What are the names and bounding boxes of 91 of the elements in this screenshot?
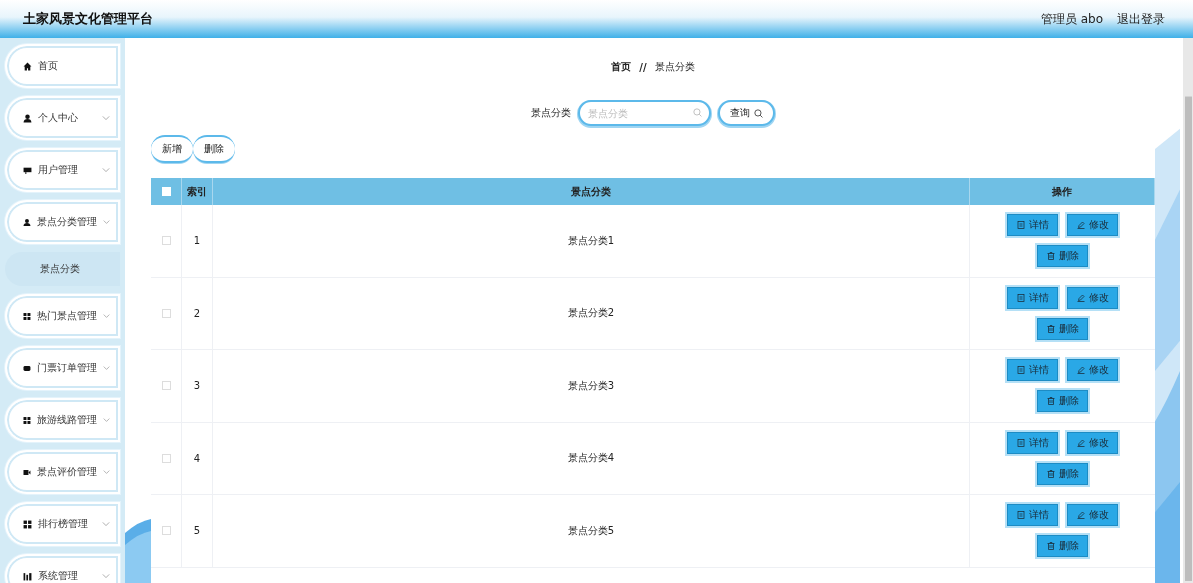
- chevron-icon: [102, 312, 110, 320]
- details-button[interactable]: 详情: [1007, 286, 1058, 309]
- scrollbar[interactable]: [1180, 38, 1193, 583]
- pencil-icon: [1076, 221, 1085, 230]
- query-button[interactable]: 查询: [718, 100, 775, 126]
- pencil-icon: [1076, 293, 1085, 302]
- search-icon: [693, 108, 702, 117]
- chevron-icon: [102, 218, 110, 226]
- table-cell: 4: [182, 422, 213, 495]
- table-cell: 3: [182, 350, 213, 423]
- table-cell: 景点分类1: [213, 205, 970, 278]
- details-button[interactable]: 详情: [1007, 431, 1058, 454]
- chevron-icon: [102, 520, 110, 528]
- grid-icon: [23, 311, 31, 321]
- table-cell: 景点分类2: [213, 277, 970, 350]
- grid-icon: [23, 519, 32, 529]
- search-icon: [754, 108, 763, 118]
- logout-link[interactable]: 退出登录: [1117, 10, 1165, 28]
- document-icon: [1016, 438, 1025, 447]
- user-icon: [23, 217, 31, 227]
- table-cell: 2: [182, 277, 213, 350]
- trash-icon: [1046, 397, 1055, 406]
- table-cell: 1: [182, 205, 213, 278]
- trash-icon: [1046, 469, 1055, 478]
- breadcrumb-current: 景点分类: [654, 60, 695, 74]
- delete-button[interactable]: 删除: [1037, 462, 1088, 485]
- grid-icon: [23, 415, 31, 425]
- pencil-icon: [1076, 438, 1085, 447]
- details-button[interactable]: 详情: [1007, 504, 1058, 527]
- menu-item[interactable]: 热门景点管理: [5, 294, 120, 338]
- delete-button[interactable]: 删除: [1037, 535, 1088, 558]
- document-icon: [1016, 221, 1025, 230]
- edit-button[interactable]: 修改: [1067, 431, 1118, 454]
- pencil-icon: [1076, 511, 1085, 520]
- edit-button[interactable]: 修改: [1067, 214, 1118, 237]
- checkbox[interactable]: [161, 381, 171, 391]
- document-icon: [1016, 511, 1025, 520]
- column-header: 索引: [182, 178, 213, 205]
- chevron-icon: [102, 166, 110, 174]
- chart-icon: [23, 571, 32, 581]
- edit-button[interactable]: 修改: [1067, 504, 1118, 527]
- trash-icon: [1046, 252, 1055, 261]
- document-icon: [1016, 366, 1025, 375]
- menu-item[interactable]: 系统管理: [5, 554, 120, 583]
- search-label: 景点分类: [531, 106, 571, 120]
- breadcrumb-separator: //: [639, 61, 647, 73]
- checkbox[interactable]: [161, 308, 171, 318]
- menu-item[interactable]: 景点评价管理: [5, 450, 120, 494]
- trash-icon: [1046, 542, 1055, 551]
- table-cell: 景点分类5: [213, 495, 970, 568]
- breadcrumb-link[interactable]: 首页: [611, 60, 632, 74]
- menu-item[interactable]: 个人中心: [5, 96, 120, 140]
- menu-item[interactable]: 旅游线路管理: [5, 398, 120, 442]
- edit-button[interactable]: 修改: [1067, 359, 1118, 382]
- details-button[interactable]: 详情: [1007, 359, 1058, 382]
- app-title: 土家风景文化管理平台: [23, 10, 153, 28]
- chevron-icon: [102, 114, 110, 122]
- add-button[interactable]: 新增: [151, 135, 193, 163]
- delete-button[interactable]: 删除: [1037, 245, 1088, 268]
- details-button[interactable]: 详情: [1007, 214, 1058, 237]
- chevron-icon: [102, 364, 110, 372]
- chevron-icon: [102, 468, 110, 476]
- board-icon: [23, 165, 32, 175]
- ticket-icon: [23, 363, 31, 373]
- chevron-icon: [102, 416, 110, 424]
- checkbox[interactable]: [161, 453, 171, 463]
- column-header: 操作: [970, 178, 1155, 205]
- document-icon: [1016, 293, 1025, 302]
- edit-button[interactable]: 修改: [1067, 286, 1118, 309]
- user-icon: [23, 113, 32, 123]
- table-cell: 景点分类4: [213, 422, 970, 495]
- column-header: 景点分类: [213, 178, 970, 205]
- submenu-item[interactable]: 景点分类: [5, 252, 120, 286]
- menu-item[interactable]: 排行榜管理: [5, 502, 120, 546]
- checkbox[interactable]: [161, 526, 171, 536]
- menu-item[interactable]: 首页: [5, 44, 120, 88]
- user-label: 管理员 abo: [1040, 10, 1103, 28]
- checkbox[interactable]: [161, 236, 171, 246]
- trash-icon: [1046, 324, 1055, 333]
- table-cell: 景点分类3: [213, 350, 970, 423]
- pencil-icon: [1076, 366, 1085, 375]
- chevron-icon: [102, 572, 110, 580]
- delete-button[interactable]: 删除: [193, 135, 235, 163]
- home-icon: [23, 61, 32, 71]
- table-cell: 5: [182, 495, 213, 568]
- menu-item[interactable]: 门票订单管理: [5, 346, 120, 390]
- menu-item[interactable]: 用户管理: [5, 148, 120, 192]
- menu-item[interactable]: 景点分类管理: [5, 200, 120, 244]
- delete-button[interactable]: 删除: [1037, 390, 1088, 413]
- delete-button[interactable]: 删除: [1037, 317, 1088, 340]
- video-icon: [23, 467, 31, 477]
